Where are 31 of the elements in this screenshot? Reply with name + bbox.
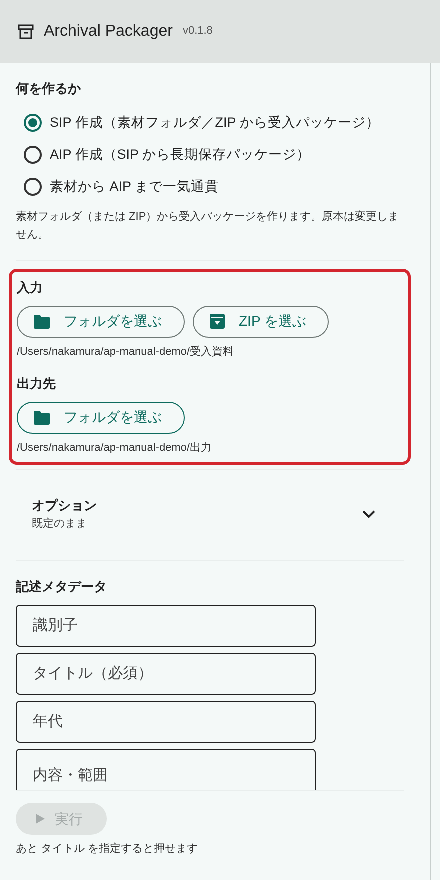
section-heading: 記述メタデータ [16, 578, 108, 596]
radio-button[interactable] [24, 178, 42, 196]
options-title: オプション [32, 497, 97, 516]
hint-text: あと タイトル を指定すると押せます [16, 842, 200, 857]
radio-button[interactable] [24, 146, 42, 164]
radio-option[interactable]: 素材から AIP まで一気通貫 [16, 171, 404, 204]
section-heading: 何を作るか [16, 80, 82, 98]
text-area[interactable]: 内容・範囲 [16, 748, 316, 790]
archive-download-icon [210, 314, 225, 330]
path-text: /Users/nakamura/ap-manual-demo/出力 [17, 440, 214, 456]
options-expander[interactable]: オプション 既定のまま [16, 470, 404, 560]
options-subtitle: 既定のまま [32, 516, 88, 532]
description-text: 素材フォルダ（または ZIP）から受入パッケージを作ります。原本は変更しません。 [16, 210, 400, 243]
input-field[interactable]: 年代 [16, 700, 316, 743]
folder-icon [34, 410, 50, 425]
radio-option[interactable]: AIP 作成（SIP から長期保存パッケージ） [16, 138, 404, 171]
version-label: v0.1.8 [182, 24, 213, 40]
input-field[interactable]: タイトル（必須） [16, 652, 316, 695]
archive-box-icon [18, 24, 34, 40]
radio-option[interactable]: SIP 作成（素材フォルダ／ZIP から受入パッケージ） [16, 106, 404, 139]
play-icon [36, 814, 45, 824]
select-folder-button[interactable]: フォルダを選ぶ [17, 402, 185, 434]
section-heading: 出力先 [17, 375, 57, 394]
select-folder-button[interactable]: フォルダを選ぶ [17, 306, 185, 338]
app-title: Archival Packager [44, 22, 173, 42]
section-heading: 入力 [17, 279, 44, 298]
input-field[interactable]: 識別子 [16, 604, 316, 647]
radio-button[interactable] [24, 114, 42, 132]
path-text: /Users/nakamura/ap-manual-demo/受入資料 [17, 344, 236, 360]
folder-icon [34, 314, 50, 329]
select-zip-button[interactable]: ZIP を選ぶ [193, 306, 330, 338]
